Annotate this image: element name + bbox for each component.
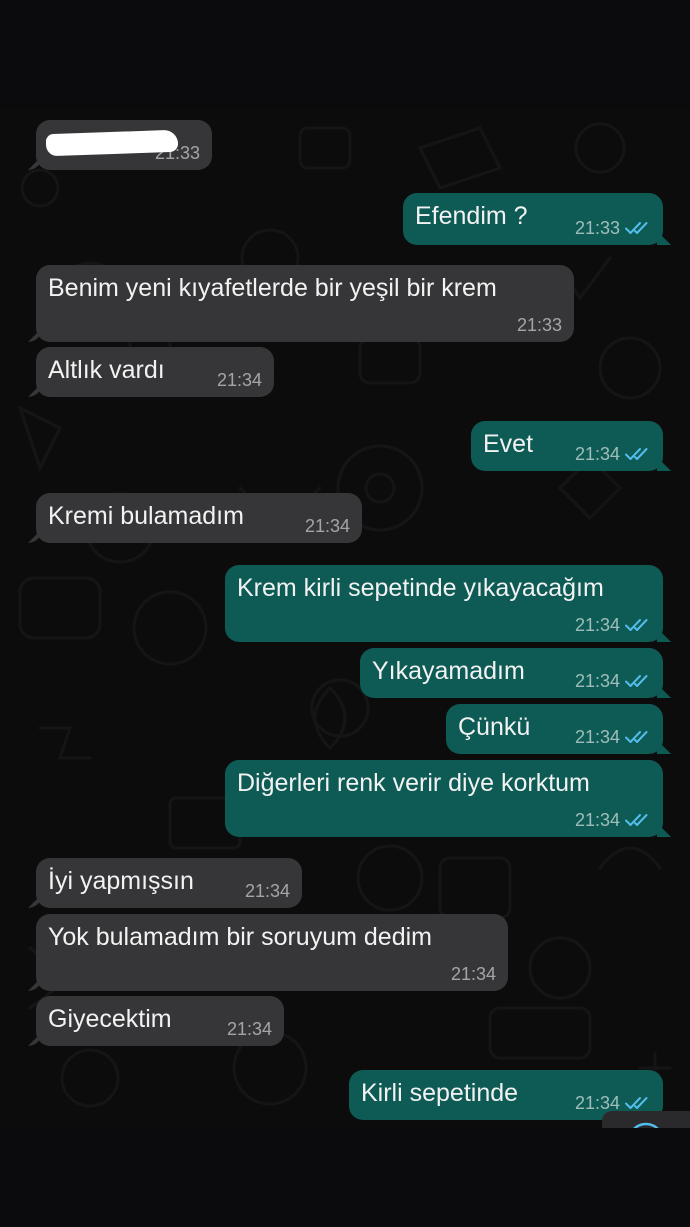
chat-area[interactable]: 21:33 Efendim ? 21:33 Benim yeni kıyafetler… — [0, 108, 690, 1128]
outgoing-message[interactable]: Krem kirli sepetinde yıkayacağım 21:34 — [225, 565, 663, 642]
message-meta: 21:34 — [451, 964, 496, 984]
message-time: 21:34 — [574, 615, 620, 635]
message-meta: 21:33 — [517, 315, 562, 335]
message-time: 21:34 — [574, 810, 620, 830]
message-time: 21:34 — [226, 1019, 272, 1039]
message-text: Diğerleri renk verir diye korktum — [237, 769, 590, 797]
message-time: 21:33 — [574, 218, 620, 238]
read-receipt-icon — [625, 673, 651, 689]
message-meta: 21:34 — [575, 810, 651, 830]
incoming-message[interactable]: 21:33 — [36, 120, 212, 170]
message-meta: 21:34 — [575, 615, 651, 635]
message-text: Benim yeni kıyafetlerde bir yeşil bir kr… — [48, 274, 497, 302]
message-text: Efendim ? — [415, 202, 528, 230]
message-text: Altlık vardı — [48, 356, 165, 384]
message-time: 21:34 — [574, 671, 620, 691]
message-time: 21:34 — [244, 881, 290, 901]
message-meta: 21:34 — [575, 727, 651, 747]
message-text: Kirli sepetinde — [361, 1079, 519, 1107]
scroll-to-bottom-button[interactable] — [602, 1111, 690, 1128]
message-text: İyi yapmışsın — [48, 867, 194, 895]
message-text: Yok bulamadım bir soruyum dedim — [48, 923, 432, 951]
outgoing-message[interactable]: Evet 21:34 — [471, 421, 663, 471]
incoming-message[interactable]: Yok bulamadım bir soruyum dedim 21:34 — [36, 914, 508, 991]
message-time: 21:34 — [216, 370, 262, 390]
incoming-message[interactable]: Benim yeni kıyafetlerde bir yeşil bir kr… — [36, 265, 574, 342]
message-meta: 21:34 — [575, 1093, 651, 1113]
incoming-message[interactable]: Giyecektim 21:34 — [36, 996, 284, 1046]
read-receipt-icon — [625, 617, 651, 633]
message-time: 21:34 — [450, 964, 496, 984]
message-meta: 21:33 — [575, 218, 651, 238]
message-text: Yıkayamadım — [372, 657, 525, 685]
read-receipt-icon — [625, 729, 651, 745]
message-time: 21:34 — [574, 1093, 620, 1113]
read-receipt-icon — [625, 1095, 651, 1111]
outgoing-message[interactable]: Çünkü 21:34 — [446, 704, 663, 754]
message-meta: 21:34 — [227, 1019, 272, 1039]
incoming-message[interactable]: Altlık vardı 21:34 — [36, 347, 274, 397]
message-time: 21:34 — [574, 727, 620, 747]
message-text: Krem kirli sepetinde yıkayacağım — [237, 574, 604, 602]
outgoing-message[interactable]: Efendim ? 21:33 — [403, 193, 663, 245]
message-meta: 21:34 — [217, 370, 262, 390]
message-time: 21:33 — [516, 315, 562, 335]
message-time: 21:34 — [304, 516, 350, 536]
chevron-down-circle-icon — [626, 1121, 666, 1128]
read-receipt-icon — [625, 220, 651, 236]
incoming-message[interactable]: İyi yapmışsın 21:34 — [36, 858, 302, 908]
message-text: Evet — [483, 430, 534, 458]
read-receipt-icon — [625, 812, 651, 828]
outgoing-message[interactable]: Yıkayamadım 21:34 — [360, 648, 663, 698]
message-text: Kremi bulamadım — [48, 502, 244, 530]
message-text: Çünkü — [458, 713, 531, 741]
message-text: Giyecektim — [48, 1005, 172, 1033]
message-meta: 21:34 — [305, 516, 350, 536]
message-meta: 21:34 — [575, 671, 651, 691]
incoming-message[interactable]: Kremi bulamadım 21:34 — [36, 493, 362, 543]
message-meta: 21:34 — [575, 444, 651, 464]
read-receipt-icon — [625, 446, 651, 462]
outgoing-message[interactable]: Diğerleri renk verir diye korktum 21:34 — [225, 760, 663, 837]
message-meta: 21:33 — [155, 143, 200, 163]
message-time: 21:34 — [574, 444, 620, 464]
message-meta: 21:34 — [245, 881, 290, 901]
message-time: 21:33 — [154, 143, 200, 163]
